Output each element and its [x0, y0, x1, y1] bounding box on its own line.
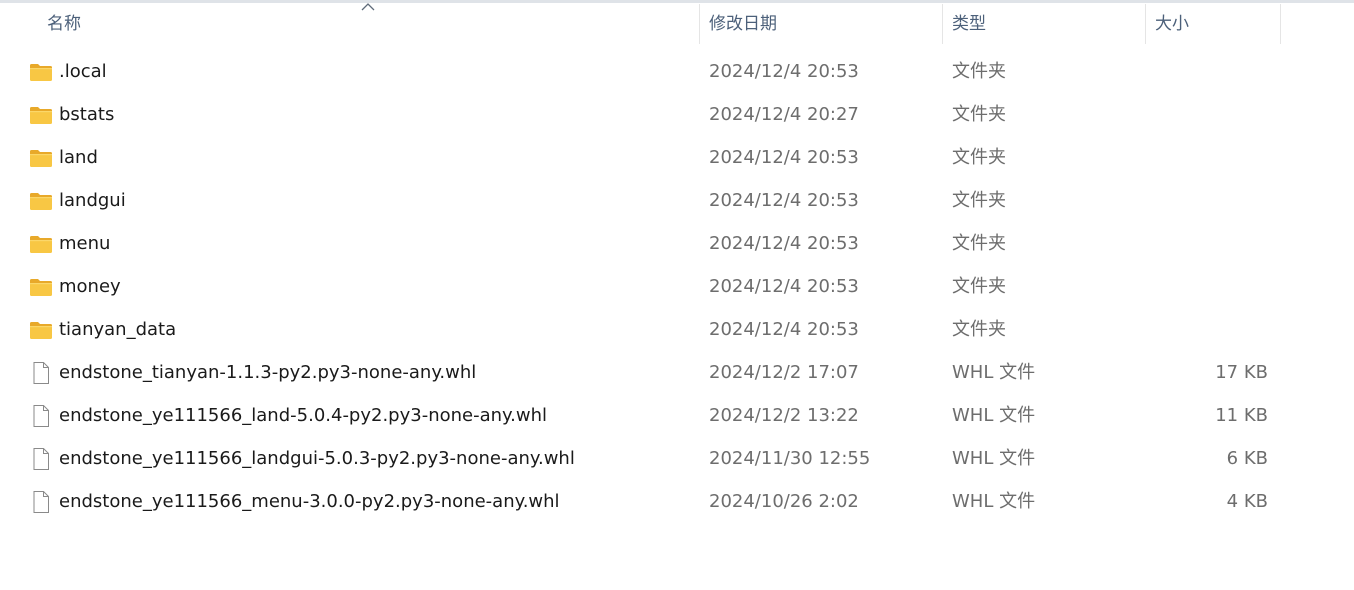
column-header-type[interactable]: 类型: [943, 4, 1145, 44]
file-row[interactable]: menu 2024/12/4 20:53 文件夹: [0, 222, 1354, 265]
file-icon: [29, 491, 53, 513]
top-divider: [0, 0, 1354, 3]
file-modified-date: 2024/12/4 20:53: [709, 147, 859, 168]
file-type: WHL 文件: [952, 448, 1036, 469]
file-icon: [29, 362, 53, 384]
file-type: 文件夹: [952, 104, 1006, 125]
file-row[interactable]: land 2024/12/4 20:53 文件夹: [0, 136, 1354, 179]
folder-icon: [29, 233, 53, 255]
file-size: 6 KB: [1226, 448, 1268, 469]
file-type: 文件夹: [952, 276, 1006, 297]
file-modified-date: 2024/12/4 20:53: [709, 276, 859, 297]
file-type: 文件夹: [952, 147, 1006, 168]
file-row[interactable]: endstone_tianyan-1.1.3-py2.py3-none-any.…: [0, 351, 1354, 394]
folder-icon: [29, 276, 53, 298]
folder-icon: [29, 61, 53, 83]
column-header-date-label: 修改日期: [709, 14, 777, 34]
file-type: WHL 文件: [952, 491, 1036, 512]
file-name: .local: [59, 61, 107, 82]
file-icon: [29, 405, 53, 427]
file-type: 文件夹: [952, 61, 1006, 82]
file-name: endstone_ye111566_landgui-5.0.3-py2.py3-…: [59, 448, 575, 469]
file-modified-date: 2024/12/2 13:22: [709, 405, 859, 426]
file-row[interactable]: .local 2024/12/4 20:53 文件夹: [0, 50, 1354, 93]
file-type: 文件夹: [952, 190, 1006, 211]
file-name: menu: [59, 233, 111, 254]
file-type: WHL 文件: [952, 405, 1036, 426]
file-row[interactable]: landgui 2024/12/4 20:53 文件夹: [0, 179, 1354, 222]
column-header-size-label: 大小: [1155, 14, 1189, 34]
file-name: endstone_ye111566_land-5.0.4-py2.py3-non…: [59, 405, 547, 426]
file-row[interactable]: endstone_ye111566_menu-3.0.0-py2.py3-non…: [0, 480, 1354, 523]
file-type: 文件夹: [952, 319, 1006, 340]
file-modified-date: 2024/12/4 20:27: [709, 104, 859, 125]
folder-icon: [29, 147, 53, 169]
file-modified-date: 2024/12/4 20:53: [709, 61, 859, 82]
file-size: 11 KB: [1215, 405, 1268, 426]
file-type: WHL 文件: [952, 362, 1036, 383]
file-modified-date: 2024/11/30 12:55: [709, 448, 871, 469]
column-header-bar: 名称 修改日期 类型 大小: [0, 3, 1354, 44]
file-modified-date: 2024/12/4 20:53: [709, 190, 859, 211]
file-name: landgui: [59, 190, 126, 211]
file-modified-date: 2024/12/4 20:53: [709, 233, 859, 254]
folder-icon: [29, 190, 53, 212]
file-row[interactable]: tianyan_data 2024/12/4 20:53 文件夹: [0, 308, 1354, 351]
column-header-type-label: 类型: [952, 14, 986, 34]
file-row[interactable]: money 2024/12/4 20:53 文件夹: [0, 265, 1354, 308]
file-name: bstats: [59, 104, 115, 125]
file-row[interactable]: bstats 2024/12/4 20:27 文件夹: [0, 93, 1354, 136]
folder-icon: [29, 319, 53, 341]
file-name: money: [59, 276, 121, 297]
column-header-date[interactable]: 修改日期: [700, 4, 942, 44]
file-explorer: 名称 修改日期 类型 大小 .local 2024/12/4 20:53 文件夹 b…: [0, 0, 1354, 590]
column-header-size[interactable]: 大小: [1146, 4, 1280, 44]
file-name: land: [59, 147, 98, 168]
column-header-name-label: 名称: [47, 14, 81, 34]
file-modified-date: 2024/12/4 20:53: [709, 319, 859, 340]
file-size: 17 KB: [1215, 362, 1268, 383]
file-row[interactable]: endstone_ye111566_land-5.0.4-py2.py3-non…: [0, 394, 1354, 437]
file-name: endstone_tianyan-1.1.3-py2.py3-none-any.…: [59, 362, 477, 383]
column-header-name[interactable]: 名称: [0, 4, 699, 44]
file-name: endstone_ye111566_menu-3.0.0-py2.py3-non…: [59, 491, 560, 512]
file-modified-date: 2024/12/2 17:07: [709, 362, 859, 383]
file-modified-date: 2024/10/26 2:02: [709, 491, 859, 512]
column-divider[interactable]: [1280, 4, 1281, 44]
file-name: tianyan_data: [59, 319, 177, 340]
file-type: 文件夹: [952, 233, 1006, 254]
file-row[interactable]: endstone_ye111566_landgui-5.0.3-py2.py3-…: [0, 437, 1354, 480]
file-size: 4 KB: [1226, 491, 1268, 512]
file-icon: [29, 448, 53, 470]
folder-icon: [29, 104, 53, 126]
